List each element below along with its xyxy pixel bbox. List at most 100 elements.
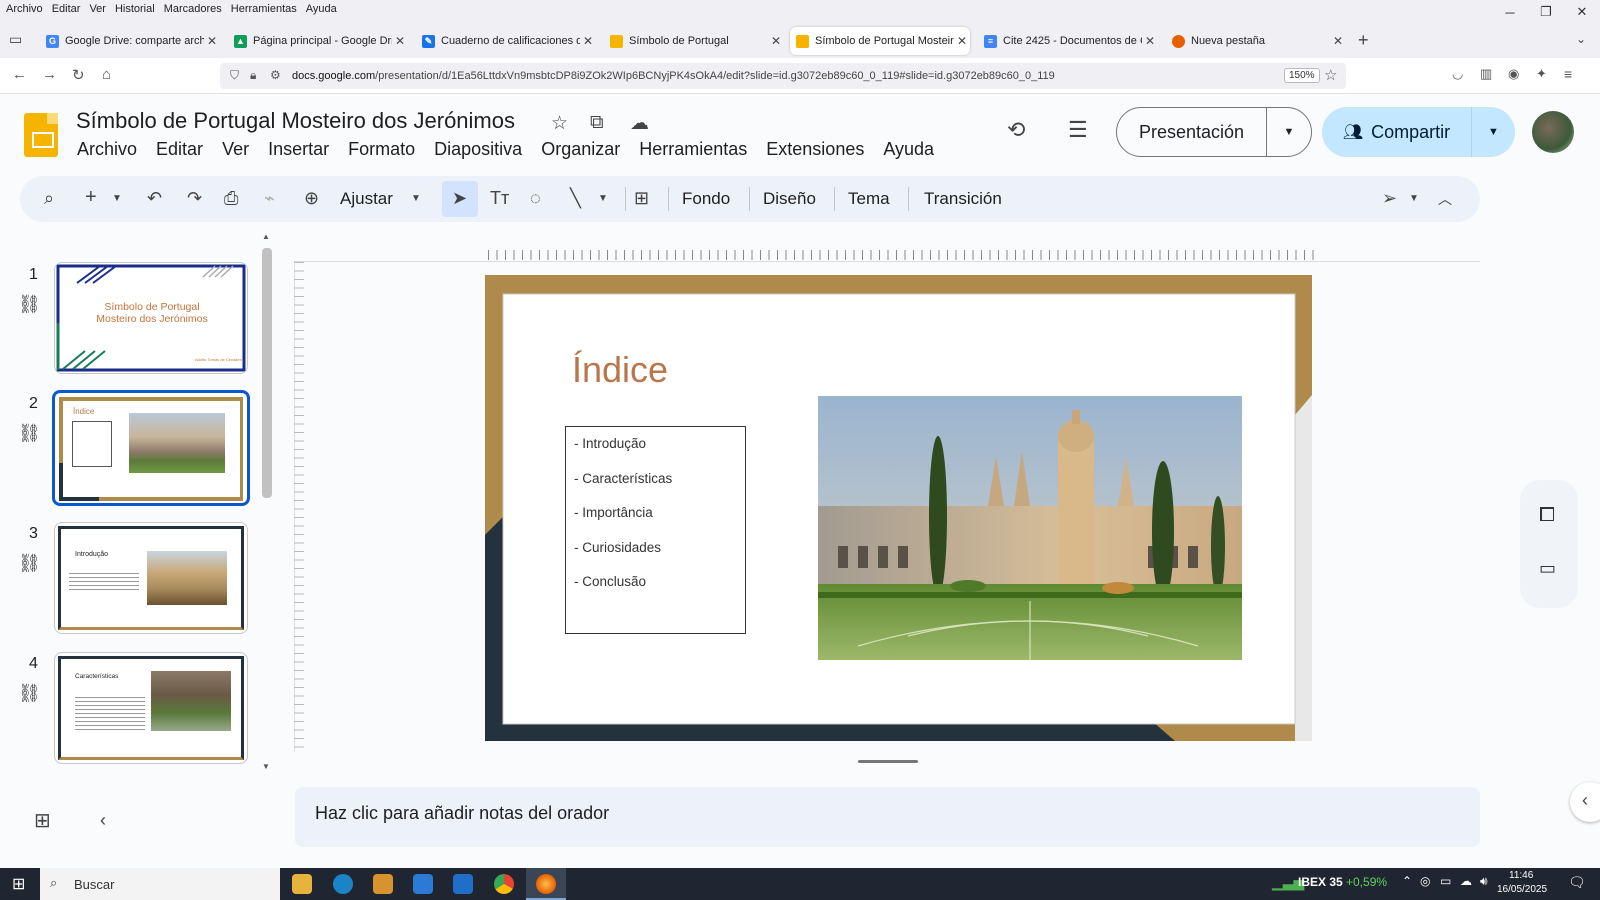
layout-button[interactable]: Diseño xyxy=(763,189,816,209)
stock-ticker[interactable]: IBEX 35 xyxy=(1298,875,1343,889)
slide-thumbnail-2[interactable]: Índice xyxy=(52,390,250,506)
docs-menu-organizar[interactable]: Organizar xyxy=(541,139,620,160)
bookmark-star-icon[interactable]: ☆ xyxy=(1324,66,1337,84)
taskbar-search[interactable]: ⌕ Buscar xyxy=(40,868,280,900)
clock-date[interactable]: 16/05/2025 xyxy=(1497,884,1547,895)
slides-logo[interactable] xyxy=(24,113,58,157)
zoom-icon[interactable]: ⊕ xyxy=(304,188,319,209)
paint-format-icon[interactable]: ⌁ xyxy=(264,188,275,209)
onedrive-icon[interactable]: ☁ xyxy=(1460,874,1472,888)
docs-menu-formato[interactable]: Formato xyxy=(348,139,415,160)
close-tab-icon[interactable]: ✕ xyxy=(204,34,220,48)
account-icon[interactable]: ◉ xyxy=(1508,66,1519,82)
menu-ver[interactable]: Ver xyxy=(89,3,106,15)
collapse-toolbar-icon[interactable]: ︿ xyxy=(1438,189,1452,209)
linked-slide-icon[interactable]: ⛓ xyxy=(18,423,41,444)
scroll-down-icon[interactable]: ▼ xyxy=(262,762,270,771)
cloud-saved-icon[interactable]: ☁ xyxy=(630,112,649,135)
tab-list-icon[interactable]: ▭ xyxy=(9,31,22,48)
docs-menu-herramientas[interactable]: Herramientas xyxy=(639,139,747,160)
tab-drive-home[interactable]: ▲ Página principal - Google Drive ✕ xyxy=(228,27,408,55)
notifications-icon[interactable]: 🗨︎ xyxy=(1568,874,1586,891)
folder-icon[interactable]: ▭ xyxy=(1539,558,1556,579)
network-icon[interactable]: ▭ xyxy=(1440,874,1451,888)
docs-menu-editar[interactable]: Editar xyxy=(156,139,203,160)
firefox-taskbar-button[interactable] xyxy=(526,868,566,900)
share-dropdown-icon[interactable]: ▼ xyxy=(1472,126,1515,138)
permissions-icon[interactable]: ⚙ xyxy=(270,68,281,82)
present-dropdown-icon[interactable]: ▼ xyxy=(1267,126,1311,138)
show-side-panel-button[interactable]: ‹ xyxy=(1570,782,1600,822)
scrollbar-thumb[interactable] xyxy=(262,248,272,498)
pocket-icon[interactable]: ◡ xyxy=(1452,66,1463,82)
transition-button[interactable]: Transición xyxy=(924,189,1002,209)
speaker-notes[interactable]: Haz clic para añadir notas del orador xyxy=(295,787,1480,847)
docs-menu-archivo[interactable]: Archivo xyxy=(77,139,137,160)
tray-chevron-icon[interactable]: ⌃ xyxy=(1402,874,1412,888)
image-search-icon[interactable]: ⧠ xyxy=(1539,504,1555,527)
present-label[interactable]: Presentación xyxy=(1117,108,1267,156)
tab-gradebook[interactable]: ✎Cuaderno de calificaciones de 1✕ xyxy=(416,27,596,55)
pen-mode-dropdown-icon[interactable]: ▼ xyxy=(1409,193,1419,204)
linked-slide-icon[interactable]: ⛓ xyxy=(18,553,41,574)
linked-slide-icon[interactable]: ⛓ xyxy=(18,683,41,704)
print-icon[interactable]: ⎙ xyxy=(224,188,238,209)
close-tab-icon[interactable]: ✕ xyxy=(580,34,596,48)
scroll-up-icon[interactable]: ▲ xyxy=(262,232,270,241)
zoom-level[interactable]: 150% xyxy=(1284,68,1320,83)
sidebar-icon[interactable]: ▥ xyxy=(1480,66,1492,82)
close-tab-icon[interactable]: ✕ xyxy=(1142,34,1158,48)
text-box-icon[interactable]: Tт xyxy=(490,188,509,209)
version-history-icon[interactable]: ⟲ xyxy=(1007,117,1025,143)
tab-google-drive-share[interactable]: GGoogle Drive: comparte archivo✕ xyxy=(40,27,220,55)
close-tab-icon[interactable]: ✕ xyxy=(1330,34,1346,48)
menu-historial[interactable]: Historial xyxy=(115,3,155,15)
collapse-filmstrip-icon[interactable]: ‹ xyxy=(100,810,106,831)
grid-view-icon[interactable]: ⊞ xyxy=(34,808,51,833)
tab-simbolo-portugal-mosteiro[interactable]: Símbolo de Portugal Mosteiro d ✕ xyxy=(790,27,970,55)
close-tab-icon[interactable]: ✕ xyxy=(768,34,784,48)
share-main[interactable]: 👥︎ Compartir xyxy=(1322,107,1472,157)
new-slide-icon[interactable]: + xyxy=(85,186,97,209)
index-text-box[interactable]: - Introdução - Características - Importâ… xyxy=(565,426,746,634)
menu-archivo[interactable]: Archivo xyxy=(6,3,43,15)
slide-thumbnail-4[interactable]: Características xyxy=(54,652,248,764)
tab-simbolo-portugal[interactable]: Símbolo de Portugal ✕ xyxy=(604,27,784,55)
share-button[interactable]: 👥︎ Compartir ▼ xyxy=(1322,107,1515,157)
linked-slide-icon[interactable]: ⛓ xyxy=(18,294,41,315)
document-title[interactable]: Símbolo de Portugal Mosteiro dos Jerónim… xyxy=(76,108,515,134)
docs-menu-insertar[interactable]: Insertar xyxy=(268,139,329,160)
docs-menu-ver[interactable]: Ver xyxy=(222,139,249,160)
redo-icon[interactable]: ↷ xyxy=(187,188,202,209)
clock-time[interactable]: 11:46 xyxy=(1509,870,1533,881)
reload-icon[interactable]: ↻ xyxy=(72,66,85,84)
volume-icon[interactable]: 🔊︎ xyxy=(1480,874,1488,889)
file-explorer-icon[interactable] xyxy=(292,874,312,894)
shield-icon[interactable]: ⛉ xyxy=(230,68,239,83)
star-icon[interactable]: ☆ xyxy=(551,112,568,135)
tab-new-tab[interactable]: Nueva pestaña ✕ xyxy=(1166,27,1346,55)
slide-thumbnail-1[interactable]: Adolfo Tomas de Cecadera Símbolo de Port… xyxy=(54,262,248,374)
edge-icon[interactable] xyxy=(333,874,353,894)
docs-menu-ayuda[interactable]: Ayuda xyxy=(883,139,934,160)
slide-canvas[interactable]: Índice - Introdução - Características - … xyxy=(485,275,1312,741)
close-tab-icon[interactable]: ✕ xyxy=(392,34,408,48)
notes-resize-handle[interactable] xyxy=(858,760,918,763)
chrome-icon[interactable] xyxy=(494,874,514,894)
lock-icon[interactable]: 🔒︎ xyxy=(250,68,256,83)
windows-start-icon[interactable]: ⊞ xyxy=(12,874,25,894)
app-menu-icon[interactable]: ≡ xyxy=(1564,66,1572,82)
extensions-icon[interactable]: ✦ xyxy=(1536,66,1547,82)
back-icon[interactable]: ← xyxy=(12,66,27,83)
search-menus-icon[interactable]: ⌕ xyxy=(44,188,54,209)
close-tab-icon[interactable]: ✕ xyxy=(954,34,970,48)
menu-marcadores[interactable]: Marcadores xyxy=(164,3,222,15)
stock-change[interactable]: +0,59% xyxy=(1346,875,1387,889)
present-button[interactable]: Presentación ▼ xyxy=(1116,107,1312,157)
tray-app-icon[interactable]: ◎ xyxy=(1420,874,1430,888)
avatar[interactable] xyxy=(1532,111,1574,153)
zoom-dropdown-icon[interactable]: ▼ xyxy=(411,193,421,204)
line-dropdown-icon[interactable]: ▼ xyxy=(598,193,608,204)
background-button[interactable]: Fondo xyxy=(682,189,730,209)
media-app-icon[interactable] xyxy=(373,874,393,894)
